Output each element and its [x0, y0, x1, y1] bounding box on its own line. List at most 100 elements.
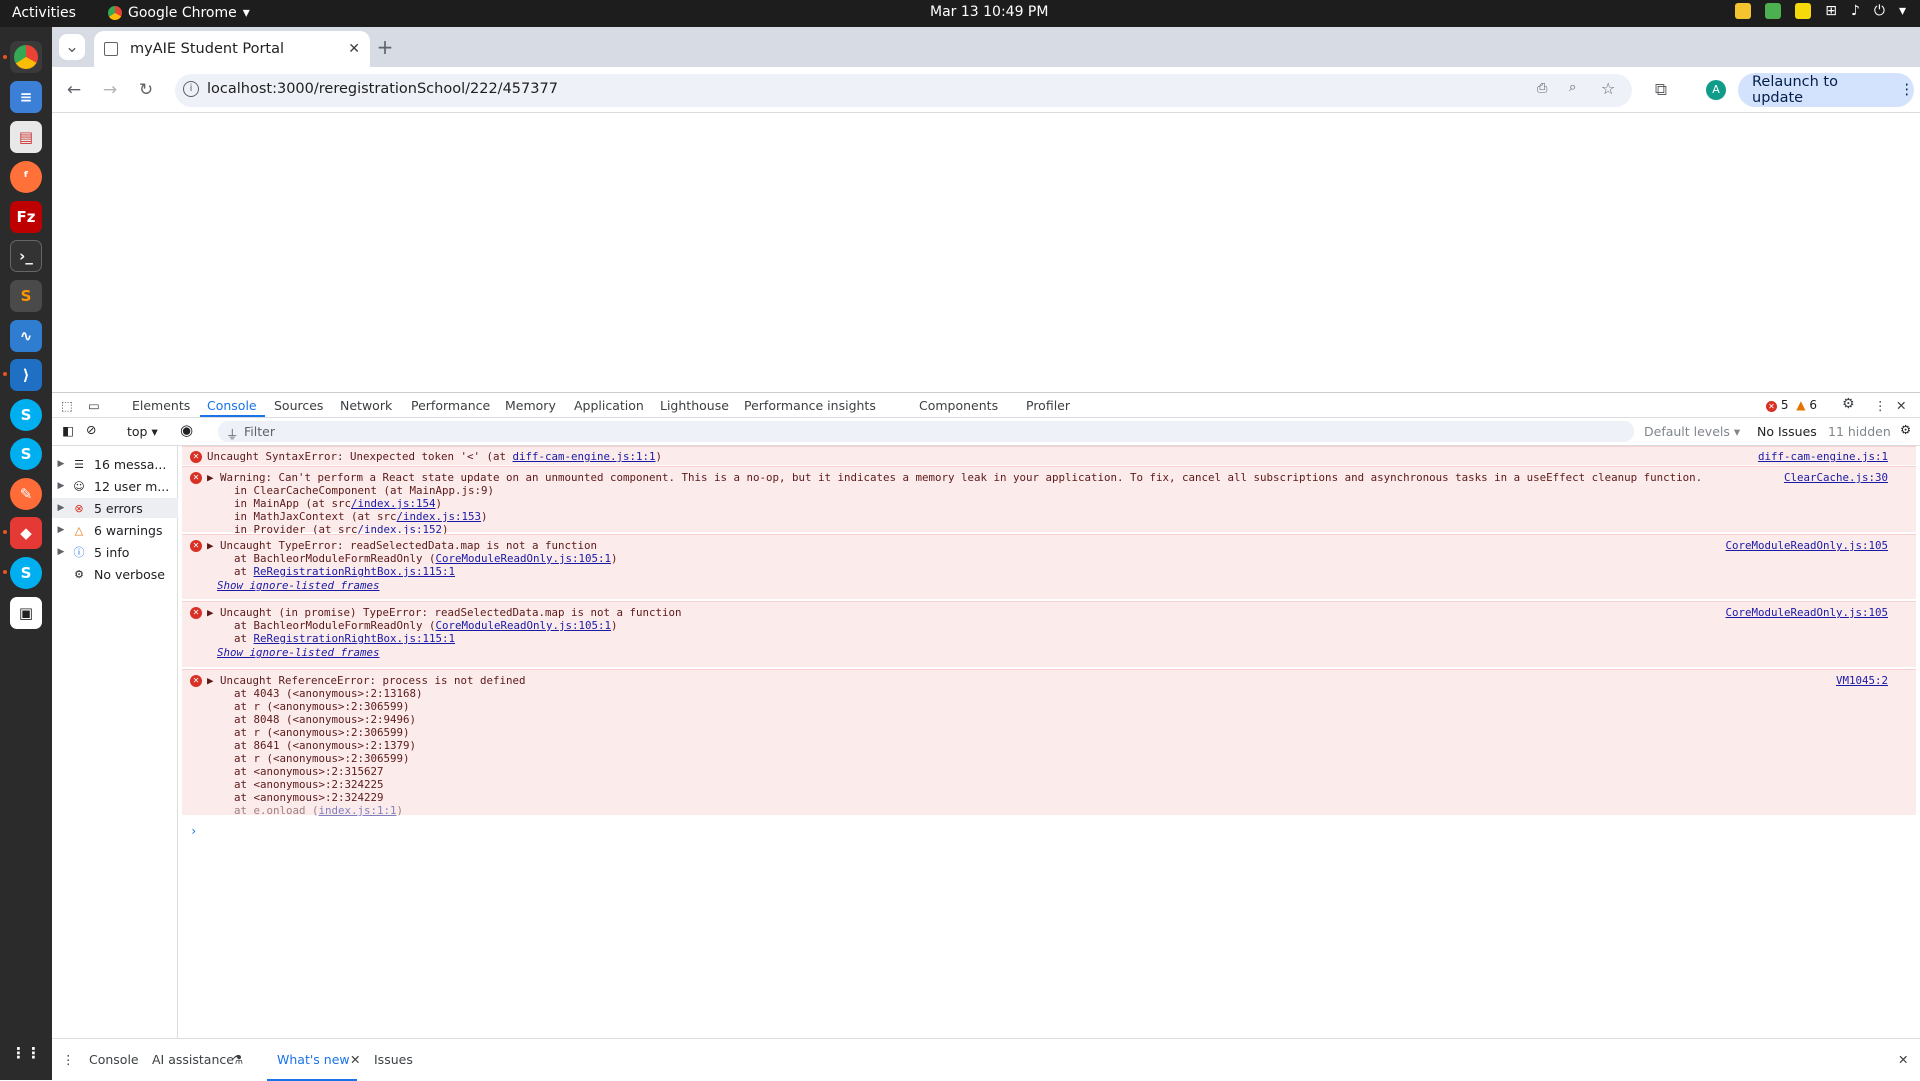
more-vert-icon[interactable]: ⋮: [1874, 398, 1887, 413]
tab-application[interactable]: Application: [574, 398, 644, 413]
skype-icon[interactable]: S: [10, 438, 42, 470]
tab-sources[interactable]: Sources: [274, 398, 323, 413]
console-error[interactable]: ✕ ▶ Uncaught (in promise) TypeError: rea…: [182, 601, 1916, 667]
activities-button[interactable]: Activities: [12, 5, 76, 21]
live-expression-eye-icon[interactable]: ◉: [180, 421, 193, 439]
sidebar-item-info[interactable]: ▶ ⓘ 5 info: [52, 542, 178, 562]
install-app-icon[interactable]: ⎙: [1537, 81, 1547, 96]
profile-avatar[interactable]: A: [1706, 80, 1726, 100]
message-source-link[interactable]: ClearCache.js:30: [1784, 471, 1888, 484]
sidebar-item-warnings[interactable]: ▶ △ 6 warnings: [52, 520, 178, 540]
skype-icon[interactable]: S: [10, 557, 42, 589]
terminal-icon[interactable]: ›_: [10, 240, 42, 272]
expand-arrow-icon[interactable]: ▶: [52, 503, 70, 513]
sidebar-item-verbose[interactable]: ⚙ No verbose: [52, 564, 178, 584]
volume-icon[interactable]: ♪: [1851, 3, 1860, 19]
sidebar-item-user-messages[interactable]: ▶ ☺ 12 user m...: [52, 476, 178, 496]
tab-memory[interactable]: Memory: [505, 398, 556, 413]
forward-icon[interactable]: →: [97, 77, 123, 103]
console-error[interactable]: ✕ ▶ Uncaught ReferenceError: process is …: [182, 669, 1916, 817]
settings-icon[interactable]: ⚙: [1842, 396, 1855, 412]
docs-icon[interactable]: ≡: [10, 81, 42, 113]
issue-counter[interactable]: ✕ 5 ▲ 6: [1766, 398, 1817, 412]
document-viewer-icon[interactable]: ▤: [10, 121, 42, 153]
close-tab-icon[interactable]: ✕: [348, 41, 360, 57]
firefox-icon[interactable]: ᶠ: [10, 161, 42, 193]
tab-components[interactable]: Components: [919, 398, 998, 413]
drawer-tab-console[interactable]: Console: [89, 1052, 139, 1067]
message-source-link[interactable]: VM1045:2: [1836, 674, 1888, 687]
console-error[interactable]: ✕ ▶ Uncaught TypeError: readSelectedData…: [182, 534, 1916, 599]
back-icon[interactable]: ←: [61, 77, 87, 103]
close-devtools-icon[interactable]: ✕: [1896, 398, 1906, 413]
tab-profiler[interactable]: Profiler: [1026, 398, 1070, 413]
filezilla-icon[interactable]: Fz: [10, 201, 42, 233]
expand-arrow-icon[interactable]: ▶: [52, 481, 70, 491]
show-ignore-listed-frames-link[interactable]: Show ignore-listed frames: [217, 579, 380, 592]
chevron-down-icon[interactable]: ▾: [1899, 3, 1906, 19]
relaunch-button[interactable]: Relaunch to update ⋮: [1738, 73, 1914, 107]
tab-elements[interactable]: Elements: [132, 398, 190, 413]
chrome-launcher-icon[interactable]: [10, 41, 42, 73]
clear-console-icon[interactable]: ⊘: [86, 422, 96, 437]
skype-icon[interactable]: S: [10, 399, 42, 431]
drawer-tab-ai-assistance[interactable]: AI assistance: [152, 1052, 234, 1067]
tab-console[interactable]: Console: [207, 398, 257, 413]
address-bar[interactable]: i localhost:3000/reregistrationSchool/22…: [175, 74, 1632, 107]
message-source-link[interactable]: CoreModuleReadOnly.js:105: [1725, 606, 1888, 619]
stack-link[interactable]: /index.js:154: [351, 497, 436, 510]
vscode-icon[interactable]: ⟩: [10, 359, 42, 391]
stack-link[interactable]: ReRegistrationRightBox.js:115:1: [254, 632, 456, 645]
console-prompt[interactable]: ›: [190, 824, 197, 838]
sidebar-toggle-icon[interactable]: ◧: [62, 423, 74, 438]
stack-link[interactable]: ReRegistrationRightBox.js:115:1: [254, 565, 456, 578]
message-text[interactable]: ▶ Uncaught ReferenceError: process is no…: [207, 674, 526, 687]
power-icon[interactable]: ⏻: [1874, 3, 1885, 19]
postman-icon[interactable]: ✎: [10, 478, 42, 510]
shield-icon[interactable]: [1765, 3, 1782, 19]
url-text[interactable]: localhost:3000/reregistrationSchool/222/…: [207, 81, 558, 97]
expand-arrow-icon[interactable]: ▶: [52, 525, 70, 535]
expand-arrow-icon[interactable]: ▶: [52, 547, 70, 557]
close-drawer-icon[interactable]: ✕: [1898, 1052, 1908, 1067]
monitor-icon[interactable]: ∿: [10, 320, 42, 352]
tab-search-icon[interactable]: ⌄: [59, 34, 85, 60]
console-warning-error[interactable]: ✕ ▶ Warning: Can't perform a React state…: [182, 466, 1916, 536]
console-error[interactable]: ✕ Uncaught SyntaxError: Unexpected token…: [182, 446, 1916, 465]
message-text[interactable]: ▶ Warning: Can't perform a React state u…: [207, 471, 1702, 484]
inspect-element-icon[interactable]: ⬚: [61, 398, 73, 413]
close-whats-new-icon[interactable]: ✕: [350, 1052, 360, 1067]
context-selector[interactable]: top ▾: [127, 424, 158, 439]
sublime-icon[interactable]: S: [10, 280, 42, 312]
bookmark-star-icon[interactable]: ☆: [1601, 79, 1615, 98]
app-menu[interactable]: Google Chrome ▾: [108, 5, 250, 21]
browser-tab[interactable]: myAIE Student Portal ✕: [94, 31, 370, 67]
console-settings-icon[interactable]: ⚙: [1900, 422, 1911, 437]
apps-grid-icon[interactable]: ⋮⋮: [10, 1037, 42, 1069]
device-toolbar-icon[interactable]: ▭: [88, 398, 100, 413]
message-text[interactable]: ▶ Uncaught (in promise) TypeError: readS…: [207, 606, 682, 619]
stack-link[interactable]: /index.js:153: [397, 510, 482, 523]
system-tray[interactable]: ⊞ ♪ ⏻ ▾: [1735, 3, 1906, 19]
sidebar-item-errors[interactable]: ▶ ⊗ 5 errors: [52, 498, 178, 518]
network-icon[interactable]: ⊞: [1825, 3, 1837, 19]
site-info-icon[interactable]: i: [183, 81, 199, 97]
clock[interactable]: Mar 13 10:49 PM: [930, 4, 1048, 20]
message-source-link[interactable]: CoreModuleReadOnly.js:105: [1725, 539, 1888, 552]
stack-link[interactable]: CoreModuleReadOnly.js:105:1: [436, 619, 612, 632]
zoom-icon[interactable]: ⌕: [1569, 80, 1576, 95]
log-levels-dropdown[interactable]: Default levels ▾: [1644, 424, 1740, 439]
drawer-tab-issues[interactable]: Issues: [374, 1052, 413, 1067]
tab-performance[interactable]: Performance: [411, 398, 490, 413]
chip-icon[interactable]: ▣: [10, 597, 42, 629]
anydesk-icon[interactable]: ◆: [10, 517, 42, 549]
issues-button[interactable]: No Issues: [1757, 424, 1817, 439]
stack-link[interactable]: CoreModuleReadOnly.js:105:1: [436, 552, 612, 565]
drawer-tab-whats-new[interactable]: What's new: [277, 1052, 350, 1067]
tab-network[interactable]: Network: [340, 398, 392, 413]
message-source-link[interactable]: diff-cam-engine.js:1: [1758, 450, 1888, 463]
reload-icon[interactable]: ↻: [133, 77, 159, 103]
drawer-menu-icon[interactable]: ⋮: [62, 1052, 75, 1067]
source-link[interactable]: diff-cam-engine.js:1:1: [513, 450, 656, 463]
tab-lighthouse[interactable]: Lighthouse: [660, 398, 729, 413]
